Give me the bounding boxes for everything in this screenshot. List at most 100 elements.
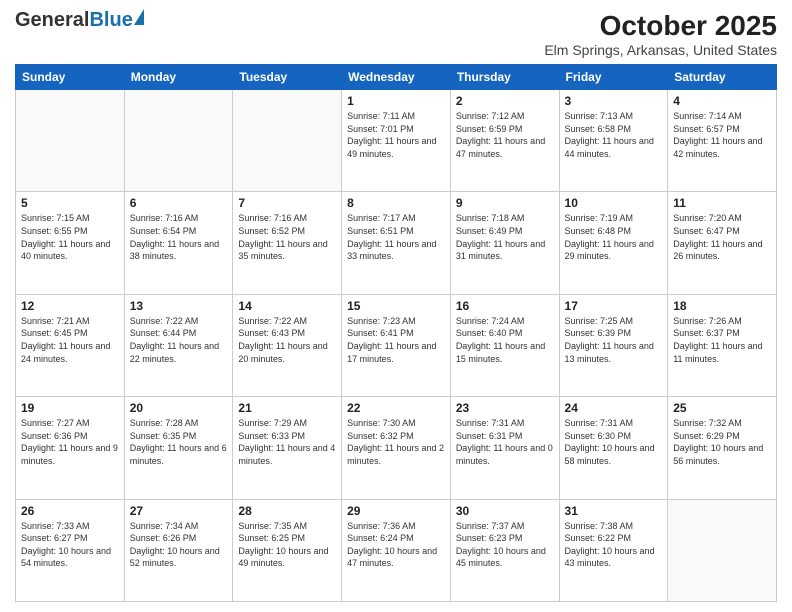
day-info: Sunrise: 7:11 AM Sunset: 7:01 PM Dayligh… <box>347 110 445 160</box>
table-row: 26 Sunrise: 7:33 AM Sunset: 6:27 PM Dayli… <box>16 499 125 601</box>
day-info: Sunrise: 7:31 AM Sunset: 6:30 PM Dayligh… <box>565 417 663 467</box>
day-number: 5 <box>21 196 119 210</box>
header: GeneralBlue October 2025 Elm Springs, Ar… <box>15 10 777 58</box>
table-row: 3 Sunrise: 7:13 AM Sunset: 6:58 PM Daylig… <box>559 90 668 192</box>
day-info: Sunrise: 7:18 AM Sunset: 6:49 PM Dayligh… <box>456 212 554 262</box>
table-row: 20 Sunrise: 7:28 AM Sunset: 6:35 PM Dayli… <box>124 397 233 499</box>
day-number: 24 <box>565 401 663 415</box>
table-row: 10 Sunrise: 7:19 AM Sunset: 6:48 PM Dayli… <box>559 192 668 294</box>
table-row <box>668 499 777 601</box>
day-number: 6 <box>130 196 228 210</box>
day-number: 1 <box>347 94 445 108</box>
day-number: 4 <box>673 94 771 108</box>
calendar-week-5: 26 Sunrise: 7:33 AM Sunset: 6:27 PM Dayli… <box>16 499 777 601</box>
table-row: 21 Sunrise: 7:29 AM Sunset: 6:33 PM Dayli… <box>233 397 342 499</box>
col-wednesday: Wednesday <box>342 65 451 90</box>
day-number: 20 <box>130 401 228 415</box>
table-row: 23Sunrise: 7:31 AM Sunset: 6:31 PM Dayli… <box>450 397 559 499</box>
day-number: 3 <box>565 94 663 108</box>
day-info: Sunrise: 7:29 AM Sunset: 6:33 PM Dayligh… <box>238 417 336 467</box>
logo-icon <box>134 9 144 25</box>
day-number: 26 <box>21 504 119 518</box>
day-info: Sunrise: 7:27 AM Sunset: 6:36 PM Dayligh… <box>21 417 119 467</box>
calendar-week-4: 19 Sunrise: 7:27 AM Sunset: 6:36 PM Dayli… <box>16 397 777 499</box>
day-number: 2 <box>456 94 554 108</box>
page: GeneralBlue October 2025 Elm Springs, Ar… <box>0 0 792 612</box>
day-number: 10 <box>565 196 663 210</box>
table-row: 6 Sunrise: 7:16 AM Sunset: 6:54 PM Daylig… <box>124 192 233 294</box>
day-info: Sunrise: 7:30 AM Sunset: 6:32 PM Dayligh… <box>347 417 445 467</box>
table-row: 4 Sunrise: 7:14 AM Sunset: 6:57 PM Daylig… <box>668 90 777 192</box>
day-number: 7 <box>238 196 336 210</box>
calendar-week-3: 12 Sunrise: 7:21 AM Sunset: 6:45 PM Dayli… <box>16 294 777 396</box>
day-number: 23 <box>456 401 554 415</box>
calendar-week-2: 5 Sunrise: 7:15 AM Sunset: 6:55 PM Daylig… <box>16 192 777 294</box>
day-info: Sunrise: 7:38 AM Sunset: 6:22 PM Dayligh… <box>565 520 663 570</box>
day-info: Sunrise: 7:25 AM Sunset: 6:39 PM Dayligh… <box>565 315 663 365</box>
day-info: Sunrise: 7:24 AM Sunset: 6:40 PM Dayligh… <box>456 315 554 365</box>
day-number: 31 <box>565 504 663 518</box>
day-info: Sunrise: 7:21 AM Sunset: 6:45 PM Dayligh… <box>21 315 119 365</box>
day-number: 19 <box>21 401 119 415</box>
day-info: Sunrise: 7:16 AM Sunset: 6:52 PM Dayligh… <box>238 212 336 262</box>
calendar-table: Sunday Monday Tuesday Wednesday Thursday… <box>15 64 777 602</box>
calendar-title: October 2025 <box>544 10 777 42</box>
col-sunday: Sunday <box>16 65 125 90</box>
day-info: Sunrise: 7:26 AM Sunset: 6:37 PM Dayligh… <box>673 315 771 365</box>
table-row: 16 Sunrise: 7:24 AM Sunset: 6:40 PM Dayli… <box>450 294 559 396</box>
table-row <box>124 90 233 192</box>
logo: GeneralBlue <box>15 10 144 30</box>
day-info: Sunrise: 7:36 AM Sunset: 6:24 PM Dayligh… <box>347 520 445 570</box>
table-row: 2Sunrise: 7:12 AM Sunset: 6:59 PM Daylig… <box>450 90 559 192</box>
day-number: 22 <box>347 401 445 415</box>
calendar-week-1: 1 Sunrise: 7:11 AM Sunset: 7:01 PM Daylig… <box>16 90 777 192</box>
day-info: Sunrise: 7:37 AM Sunset: 6:23 PM Dayligh… <box>456 520 554 570</box>
day-number: 9 <box>456 196 554 210</box>
day-info: Sunrise: 7:13 AM Sunset: 6:58 PM Dayligh… <box>565 110 663 160</box>
day-info: Sunrise: 7:16 AM Sunset: 6:54 PM Dayligh… <box>130 212 228 262</box>
day-info: Sunrise: 7:32 AM Sunset: 6:29 PM Dayligh… <box>673 417 771 467</box>
table-row: 12 Sunrise: 7:21 AM Sunset: 6:45 PM Dayli… <box>16 294 125 396</box>
day-info: Sunrise: 7:14 AM Sunset: 6:57 PM Dayligh… <box>673 110 771 160</box>
table-row: 5 Sunrise: 7:15 AM Sunset: 6:55 PM Daylig… <box>16 192 125 294</box>
table-row: 14 Sunrise: 7:22 AM Sunset: 6:43 PM Dayli… <box>233 294 342 396</box>
calendar-subtitle: Elm Springs, Arkansas, United States <box>544 42 777 58</box>
day-info: Sunrise: 7:33 AM Sunset: 6:27 PM Dayligh… <box>21 520 119 570</box>
table-row: 31 Sunrise: 7:38 AM Sunset: 6:22 PM Dayli… <box>559 499 668 601</box>
day-info: Sunrise: 7:28 AM Sunset: 6:35 PM Dayligh… <box>130 417 228 467</box>
table-row: 24 Sunrise: 7:31 AM Sunset: 6:30 PM Dayli… <box>559 397 668 499</box>
table-row: 17 Sunrise: 7:25 AM Sunset: 6:39 PM Dayli… <box>559 294 668 396</box>
day-number: 18 <box>673 299 771 313</box>
table-row: 28Sunrise: 7:35 AM Sunset: 6:25 PM Dayli… <box>233 499 342 601</box>
day-info: Sunrise: 7:35 AM Sunset: 6:25 PM Dayligh… <box>238 520 336 570</box>
day-number: 30 <box>456 504 554 518</box>
day-info: Sunrise: 7:17 AM Sunset: 6:51 PM Dayligh… <box>347 212 445 262</box>
day-number: 29 <box>347 504 445 518</box>
col-tuesday: Tuesday <box>233 65 342 90</box>
table-row: 1 Sunrise: 7:11 AM Sunset: 7:01 PM Daylig… <box>342 90 451 192</box>
table-row: 25Sunrise: 7:32 AM Sunset: 6:29 PM Dayli… <box>668 397 777 499</box>
day-number: 14 <box>238 299 336 313</box>
day-number: 16 <box>456 299 554 313</box>
day-number: 13 <box>130 299 228 313</box>
day-info: Sunrise: 7:22 AM Sunset: 6:43 PM Dayligh… <box>238 315 336 365</box>
day-info: Sunrise: 7:19 AM Sunset: 6:48 PM Dayligh… <box>565 212 663 262</box>
logo-general: GeneralBlue <box>15 10 133 30</box>
day-number: 15 <box>347 299 445 313</box>
day-info: Sunrise: 7:22 AM Sunset: 6:44 PM Dayligh… <box>130 315 228 365</box>
table-row: 13 Sunrise: 7:22 AM Sunset: 6:44 PM Dayli… <box>124 294 233 396</box>
day-number: 12 <box>21 299 119 313</box>
table-row <box>16 90 125 192</box>
table-row: 8Sunrise: 7:17 AM Sunset: 6:51 PM Daylig… <box>342 192 451 294</box>
day-info: Sunrise: 7:23 AM Sunset: 6:41 PM Dayligh… <box>347 315 445 365</box>
table-row: 18 Sunrise: 7:26 AM Sunset: 6:37 PM Dayli… <box>668 294 777 396</box>
table-row: 9 Sunrise: 7:18 AM Sunset: 6:49 PM Daylig… <box>450 192 559 294</box>
day-number: 17 <box>565 299 663 313</box>
table-row: 15 Sunrise: 7:23 AM Sunset: 6:41 PM Dayli… <box>342 294 451 396</box>
table-row: 7 Sunrise: 7:16 AM Sunset: 6:52 PM Daylig… <box>233 192 342 294</box>
day-number: 27 <box>130 504 228 518</box>
table-row <box>233 90 342 192</box>
day-number: 21 <box>238 401 336 415</box>
day-info: Sunrise: 7:20 AM Sunset: 6:47 PM Dayligh… <box>673 212 771 262</box>
day-info: Sunrise: 7:15 AM Sunset: 6:55 PM Dayligh… <box>21 212 119 262</box>
